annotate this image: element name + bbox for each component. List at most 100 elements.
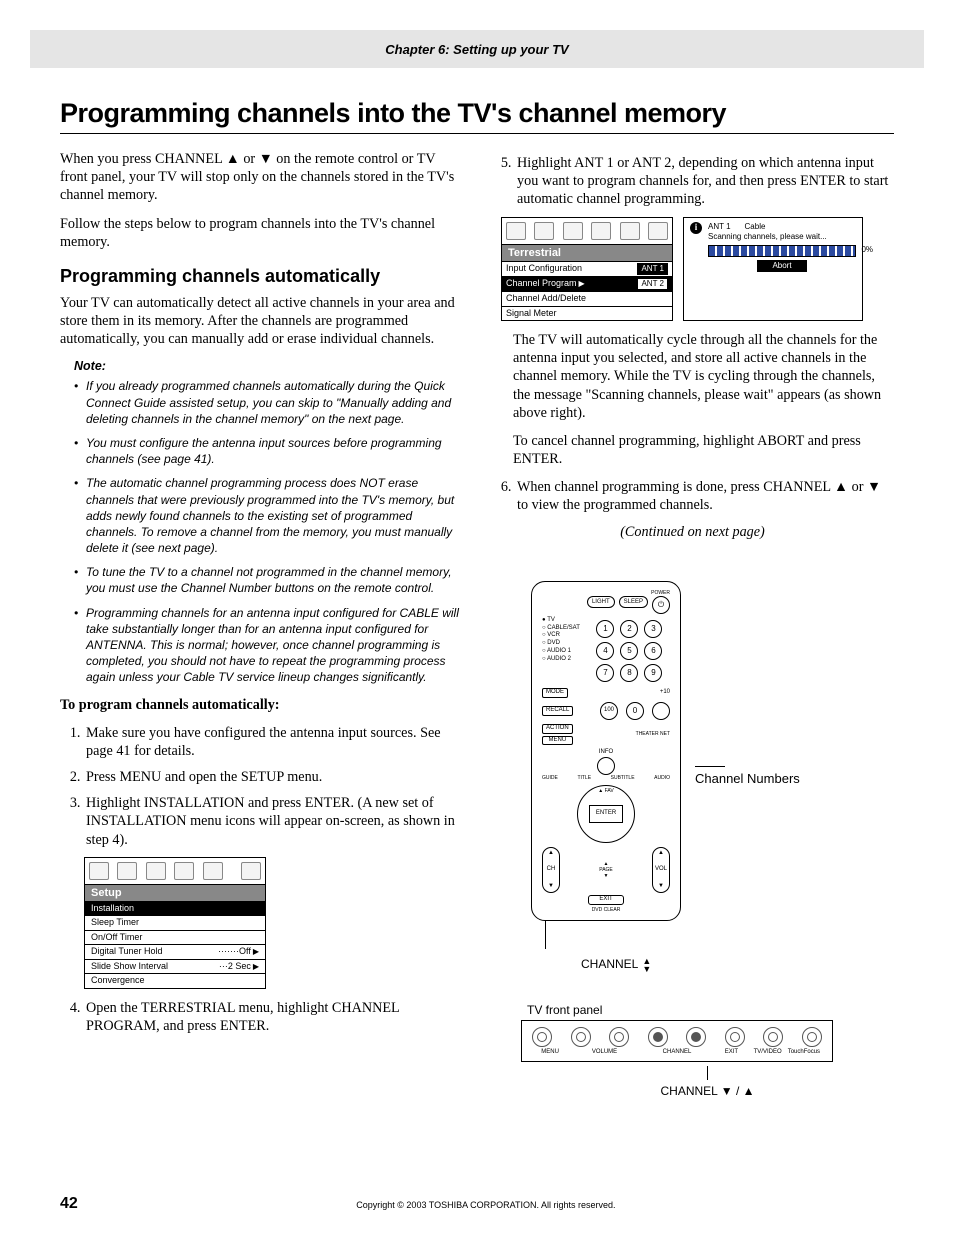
note-item: The automatic channel programming proces… xyxy=(74,475,463,556)
continued: (Continued on next page) xyxy=(491,523,894,541)
menu-icon xyxy=(203,862,223,880)
note-item: If you already programmed channels autom… xyxy=(74,378,463,427)
page-footer: 42 Copyright © 2003 TOSHIBA CORPORATION.… xyxy=(60,1195,894,1213)
setup-row-conv: Convergence xyxy=(85,973,265,988)
note-title: Note: xyxy=(74,358,463,374)
chapter-title: Chapter 6: Setting up your TV xyxy=(385,42,568,57)
subheading-auto: Programming channels automatically xyxy=(60,265,463,288)
fp-menu-btn xyxy=(532,1027,552,1047)
arrow-right-icon xyxy=(251,961,259,971)
key-0: 0 xyxy=(626,702,644,720)
menu-icon xyxy=(620,222,640,240)
light-button: LIGHT xyxy=(587,596,615,608)
terr-row-adddel: Channel Add/Delete xyxy=(502,291,672,306)
key-4: 4 xyxy=(596,642,614,660)
copyright: Copyright © 2003 TOSHIBA CORPORATION. Al… xyxy=(78,1200,894,1210)
scan-top: i ANT 1 Cable Scanning channels, please … xyxy=(690,222,856,273)
step-5: Highlight ANT 1 or ANT 2, depending on w… xyxy=(515,154,894,209)
steps-list-d: When channel programming is done, press … xyxy=(491,478,894,514)
remote-figure-wrap: POWER TV CABLE/SAT VCR DVD AUDIO 1 AUDIO… xyxy=(531,581,894,973)
page-title: Programming channels into the TV's chann… xyxy=(60,98,894,129)
key-dash xyxy=(652,702,670,720)
step-1: Make sure you have configured the antenn… xyxy=(84,724,463,760)
terrestrial-menu-figure: Terrestrial Input Configuration ANT 1 Ch… xyxy=(501,217,673,322)
step-6: When channel programming is done, press … xyxy=(515,478,894,514)
menu-icon xyxy=(117,862,137,880)
setup-row-installation: Installation xyxy=(85,901,265,916)
info-icon: i xyxy=(690,222,702,234)
step-3: Highlight INSTALLATION and press ENTER. … xyxy=(84,794,463,849)
fp-ch-up xyxy=(686,1027,706,1047)
terr-row-input: Input Configuration ANT 1 xyxy=(502,261,672,276)
menu-icon xyxy=(534,222,554,240)
recall-button: RECALL xyxy=(542,706,573,716)
menu-icon xyxy=(563,222,583,240)
sleep-button: SLEEP xyxy=(619,596,648,608)
two-column-layout: When you press CHANNEL ▲ or ▼ on the rem… xyxy=(60,150,894,1099)
setup-row-onoff: On/Off Timer xyxy=(85,930,265,945)
callout-line xyxy=(545,921,546,949)
menu-icon xyxy=(506,222,526,240)
intro-paragraph-1: When you press CHANNEL ▲ or ▼ on the rem… xyxy=(60,150,463,205)
action-button: ACTION xyxy=(542,724,573,734)
setup-icon-row xyxy=(85,858,265,885)
key-3: 3 xyxy=(644,620,662,638)
setup-row-sleep: Sleep Timer xyxy=(85,915,265,930)
after-scan-1: The TV will automatically cycle through … xyxy=(513,331,894,422)
vol-rocker: ▲VOL▼ xyxy=(652,847,670,893)
steps-list-c: Highlight ANT 1 or ANT 2, depending on w… xyxy=(491,154,894,209)
number-keypad: 1 2 3 4 5 6 7 8 9 xyxy=(596,620,660,682)
step-2: Press MENU and open the SETUP menu. xyxy=(84,768,463,786)
abort-button: Abort xyxy=(757,260,807,272)
setup-row-dth: Digital Tuner Hold ·······Off xyxy=(85,944,265,959)
fp-vol-down xyxy=(571,1027,591,1047)
fp-touchfocus xyxy=(802,1027,822,1047)
right-column: Highlight ANT 1 or ANT 2, depending on w… xyxy=(491,150,894,1099)
title-rule xyxy=(60,133,894,134)
key-7: 7 xyxy=(596,664,614,682)
ant1-badge: ANT 1 xyxy=(637,263,668,275)
menu-icon xyxy=(89,862,109,880)
key-6: 6 xyxy=(644,642,662,660)
fp-title: TV front panel xyxy=(527,1003,894,1018)
device-list: TV CABLE/SAT VCR DVD AUDIO 1 AUDIO 2 xyxy=(542,617,580,664)
after-scan-2: To cancel channel programming, highlight… xyxy=(513,432,894,468)
step-4: Open the TERRESTRIAL menu, highlight CHA… xyxy=(84,999,463,1035)
progress-pct: 0% xyxy=(861,245,873,255)
menu-icon xyxy=(648,222,668,240)
power-button: ⏻ xyxy=(652,596,670,614)
key-8: 8 xyxy=(620,664,638,682)
mode-button: MODE xyxy=(542,688,568,698)
fp-labels: MENU VOLUME CHANNEL EXIT TV/VIDEO TouchF… xyxy=(532,1049,822,1057)
progress-bar: 0% xyxy=(708,245,856,257)
arrow-right-icon xyxy=(579,278,585,290)
callout-line xyxy=(707,1066,708,1080)
terr-row-signal: Signal Meter xyxy=(502,306,672,321)
terr-icon-row xyxy=(502,218,672,245)
front-panel-figure: TV front panel MENU VOLUME xyxy=(521,1003,894,1099)
fp-vol-up xyxy=(609,1027,629,1047)
steps-list-a: Make sure you have configured the antenn… xyxy=(60,724,463,849)
intro-paragraph-2: Follow the steps below to program channe… xyxy=(60,215,463,251)
enter-button: ENTER xyxy=(589,805,623,823)
note-item: Programming channels for an antenna inpu… xyxy=(74,605,463,686)
theater-label: THEATER NET xyxy=(636,731,670,737)
manual-page: Chapter 6: Setting up your TV Programmin… xyxy=(0,0,954,1235)
remote-footer: DVD CLEAR xyxy=(542,907,670,913)
ch-rocker: ▲CH▼ xyxy=(542,847,560,893)
nav-ring: ▲ FAV ENTER xyxy=(577,785,635,843)
menu-button: MENU xyxy=(542,736,573,746)
terr-title: Terrestrial xyxy=(502,245,672,261)
terrestrial-and-scan: Terrestrial Input Configuration ANT 1 Ch… xyxy=(501,217,894,322)
fp-tvvideo xyxy=(763,1027,783,1047)
terr-row-program: Channel Program ANT 2 xyxy=(502,276,672,291)
key-1: 1 xyxy=(596,620,614,638)
key-9: 9 xyxy=(644,664,662,682)
menu-icon xyxy=(174,862,194,880)
channel-label: CHANNEL ▲▼ xyxy=(581,957,681,973)
setup-row-slide: Slide Show Interval ···2 Sec xyxy=(85,959,265,974)
key-5: 5 xyxy=(620,642,638,660)
arrow-right-icon xyxy=(251,946,259,956)
note-item: To tune the TV to a channel not programm… xyxy=(74,564,463,596)
fp-ch-down xyxy=(648,1027,668,1047)
